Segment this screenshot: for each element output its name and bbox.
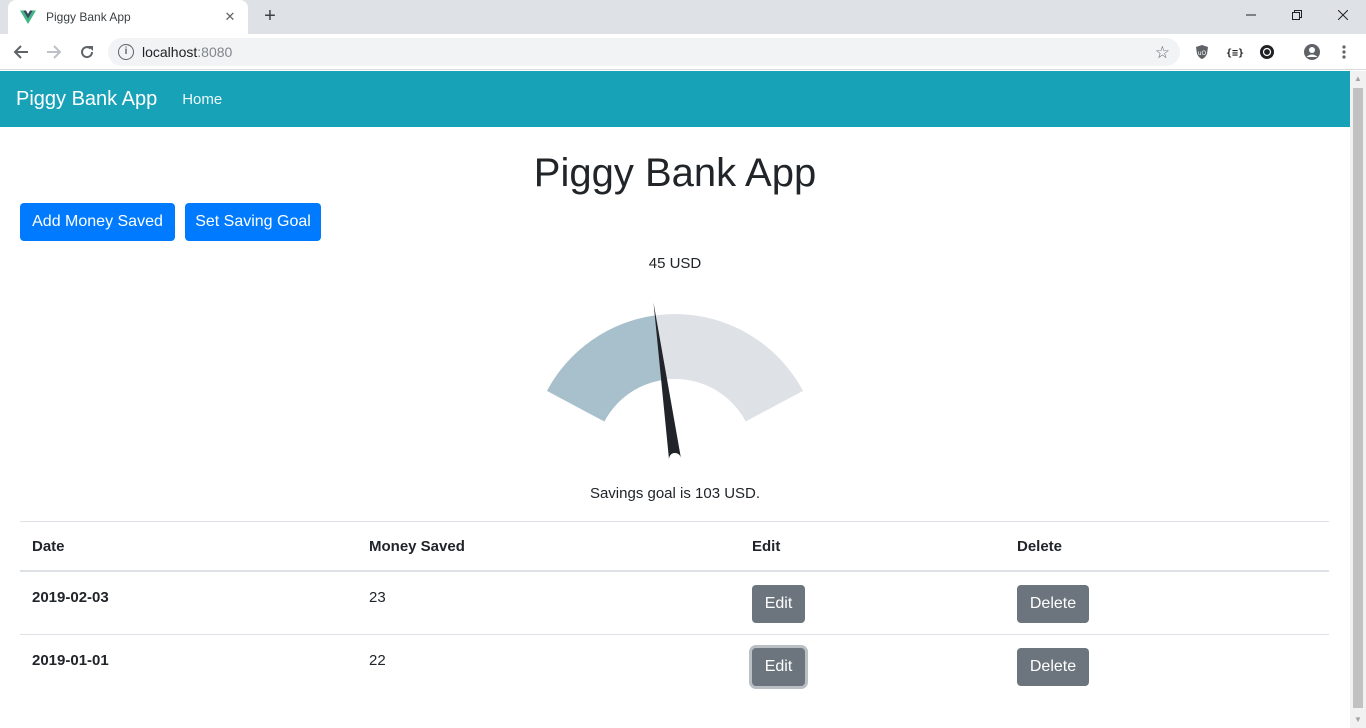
navbar: Piggy Bank App Home: [0, 71, 1350, 127]
profile-avatar-icon[interactable]: [1302, 42, 1322, 62]
savings-table: Date Money Saved Edit Delete 2019-02-03 …: [20, 521, 1329, 698]
page-scrollbar[interactable]: ▲ ▼: [1350, 71, 1366, 728]
header-edit: Edit: [752, 538, 781, 555]
new-tab-icon[interactable]: +: [258, 5, 282, 29]
scroll-thumb[interactable]: [1353, 88, 1363, 708]
bookmark-star-icon[interactable]: ☆: [1155, 43, 1170, 63]
forward-arrow-icon[interactable]: [42, 40, 66, 64]
vue-logo-icon: [20, 9, 36, 25]
close-window-icon[interactable]: [1320, 0, 1366, 30]
header-money-saved: Money Saved: [369, 538, 465, 555]
delete-button[interactable]: Delete: [1017, 648, 1089, 686]
table-row: 2019-01-01 22 Edit Delete: [20, 635, 1329, 698]
savings-goal-text: Savings goal is 103 USD.: [589, 485, 761, 502]
dark-extension-icon[interactable]: [1257, 42, 1277, 62]
header-delete: Delete: [1017, 538, 1063, 555]
page-content: Piggy Bank App Home Piggy Bank App Add M…: [0, 71, 1350, 728]
url-port: :8080: [197, 44, 233, 60]
gauge-value-label: 45 USD: [648, 255, 702, 272]
set-saving-goal-button[interactable]: Set Saving Goal: [185, 203, 321, 241]
ublock-extension-icon[interactable]: uO: [1192, 42, 1212, 62]
row-amount: 23: [369, 589, 386, 606]
table-header-row: Date Money Saved Edit Delete: [20, 522, 1329, 572]
navbar-brand[interactable]: Piggy Bank App: [16, 88, 157, 111]
browser-tab-strip: Piggy Bank App ✕ +: [0, 0, 1366, 34]
scroll-up-icon[interactable]: ▲: [1350, 71, 1366, 87]
close-tab-icon[interactable]: ✕: [222, 9, 238, 25]
restore-icon[interactable]: [1274, 0, 1320, 30]
row-date: 2019-01-01: [32, 652, 109, 669]
nav-link-home[interactable]: Home: [182, 91, 222, 108]
json-extension-icon[interactable]: {≡}: [1225, 42, 1245, 62]
gauge-filled-arc: [546, 315, 665, 422]
edit-button[interactable]: Edit: [752, 585, 805, 623]
tab-title: Piggy Bank App: [46, 10, 131, 24]
reload-icon[interactable]: [75, 40, 99, 64]
page-title: Piggy Bank App: [533, 151, 817, 195]
back-arrow-icon[interactable]: [9, 40, 33, 64]
info-icon[interactable]: i: [118, 44, 134, 60]
scroll-down-icon[interactable]: ▼: [1350, 712, 1366, 728]
minimize-icon[interactable]: [1228, 0, 1274, 30]
savings-gauge: [546, 302, 804, 460]
delete-button[interactable]: Delete: [1017, 585, 1089, 623]
svg-text:uO: uO: [1198, 50, 1207, 57]
add-money-saved-button[interactable]: Add Money Saved: [20, 203, 175, 241]
header-date: Date: [32, 538, 65, 555]
edit-button[interactable]: Edit: [752, 648, 805, 686]
address-bar[interactable]: i localhost :8080 ☆: [108, 38, 1180, 66]
url-host: localhost: [142, 44, 198, 60]
browser-toolbar: i localhost :8080 ☆ uO {≡}: [0, 34, 1366, 70]
row-date: 2019-02-03: [32, 589, 109, 606]
table-row: 2019-02-03 23 Edit Delete: [20, 572, 1329, 635]
menu-dots-icon[interactable]: [1334, 42, 1354, 62]
svg-text:{≡}: {≡}: [1226, 48, 1244, 59]
browser-tab[interactable]: Piggy Bank App ✕: [8, 0, 248, 34]
row-amount: 22: [369, 652, 386, 669]
